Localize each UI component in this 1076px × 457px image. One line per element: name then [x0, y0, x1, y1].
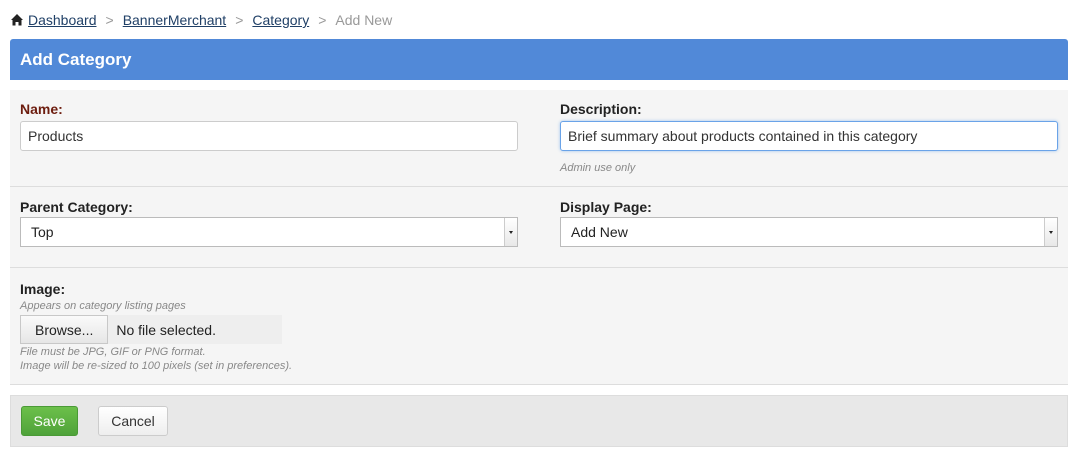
browse-button[interactable]: Browse...	[20, 315, 109, 344]
name-label: Name:	[20, 101, 63, 117]
breadcrumb-current: Add New	[335, 12, 393, 28]
save-button[interactable]: Save	[21, 406, 78, 436]
cancel-button[interactable]: Cancel	[98, 406, 168, 436]
image-file-input[interactable]: Browse... No file selected.	[20, 315, 282, 344]
breadcrumb: Dashboard > BannerMerchant > Category > …	[10, 10, 392, 30]
file-status: No file selected.	[116, 321, 216, 338]
description-input[interactable]	[560, 121, 1058, 151]
description-help: Admin use only	[560, 162, 636, 174]
parent-category-select[interactable]: Top	[20, 217, 518, 247]
form-row-name-description: Name: Description: Admin use only	[10, 90, 1068, 187]
parent-category-value: Top	[31, 224, 54, 240]
dropdown-arrow-icon[interactable]	[1044, 218, 1057, 246]
dropdown-arrow-icon[interactable]	[504, 218, 517, 246]
image-field-group: Image: Appears on category listing pages…	[20, 281, 292, 372]
home-icon	[10, 13, 24, 27]
breadcrumb-separator: >	[318, 12, 327, 28]
breadcrumb-link-dashboard[interactable]: Dashboard	[28, 12, 97, 28]
form-actions: Save Cancel	[10, 395, 1068, 447]
display-page-select[interactable]: Add New	[560, 217, 1058, 247]
image-help-format: File must be JPG, GIF or PNG format.	[20, 346, 206, 358]
name-input[interactable]	[20, 121, 518, 151]
image-help-top: Appears on category listing pages	[20, 300, 186, 312]
breadcrumb-separator: >	[105, 12, 114, 28]
page-title: Add Category	[10, 39, 1068, 80]
description-label: Description:	[560, 101, 642, 117]
display-page-field-group: Display Page: Add New	[560, 199, 1058, 247]
form-row-image: Image: Appears on category listing pages…	[10, 268, 1068, 385]
form-row-parent-display: Parent Category: Top Display Page: Add N…	[10, 187, 1068, 268]
image-label: Image:	[20, 281, 66, 297]
parent-category-label: Parent Category:	[20, 199, 133, 215]
display-page-value: Add New	[571, 224, 628, 240]
breadcrumb-link-bannermerchant[interactable]: BannerMerchant	[123, 12, 227, 28]
breadcrumb-separator: >	[235, 12, 244, 28]
parent-category-field-group: Parent Category: Top	[20, 199, 518, 247]
display-page-label: Display Page:	[560, 199, 652, 215]
name-field-group: Name:	[20, 101, 518, 151]
breadcrumb-link-category[interactable]: Category	[252, 12, 309, 28]
image-help-resize: Image will be re-sized to 100 pixels (se…	[20, 360, 293, 372]
description-field-group: Description: Admin use only	[560, 101, 1058, 174]
category-form: Name: Description: Admin use only Parent…	[10, 90, 1068, 385]
